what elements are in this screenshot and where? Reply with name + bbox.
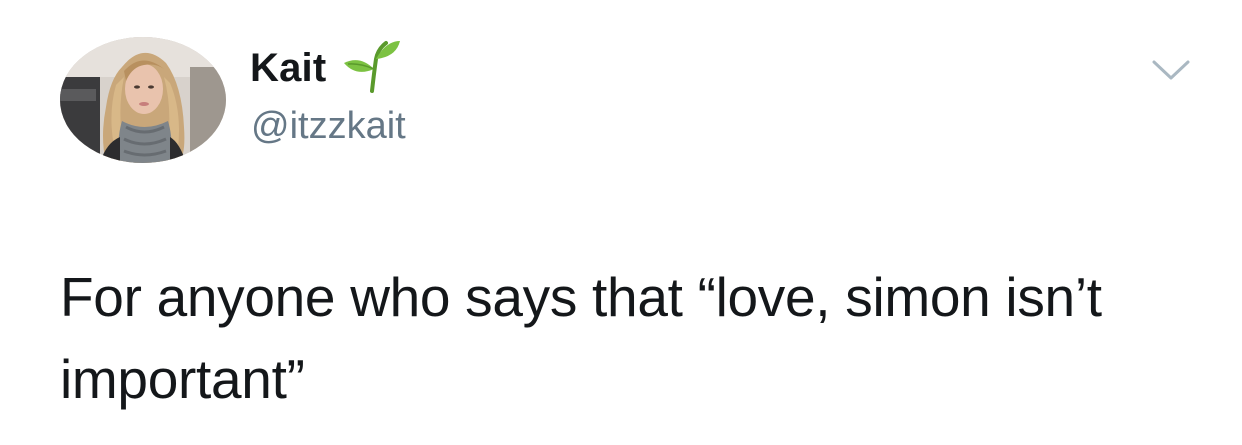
author-handle[interactable]: @itzzkait bbox=[251, 102, 406, 150]
avatar[interactable] bbox=[60, 37, 226, 163]
display-name[interactable]: Kait bbox=[250, 40, 326, 96]
tweet-menu-button[interactable] bbox=[1150, 54, 1192, 84]
avatar-photo bbox=[60, 37, 226, 163]
seedling-icon bbox=[344, 41, 401, 93]
tweet-text: For anyone who says that “love, simon is… bbox=[60, 266, 1102, 410]
author-name-row[interactable]: Kait bbox=[250, 40, 402, 96]
tweet-card: Kait @itzzkait For anyone who says that … bbox=[0, 0, 1242, 445]
chevron-down-icon bbox=[1152, 60, 1190, 80]
